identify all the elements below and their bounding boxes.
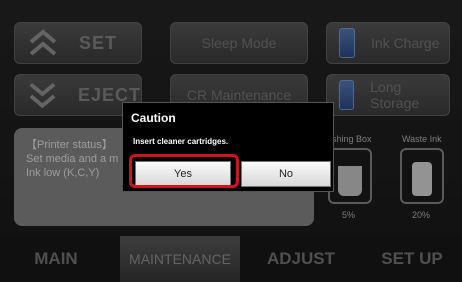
no-button[interactable]: No [241,161,331,187]
printer-screen: SET EJECT Sleep Mode CR Maintenance Ink … [0,0,462,282]
yes-button-highlight [129,154,239,188]
dialog-message: Insert cleaner cartridges. [133,137,229,146]
dialog-title: Caution [131,111,176,125]
